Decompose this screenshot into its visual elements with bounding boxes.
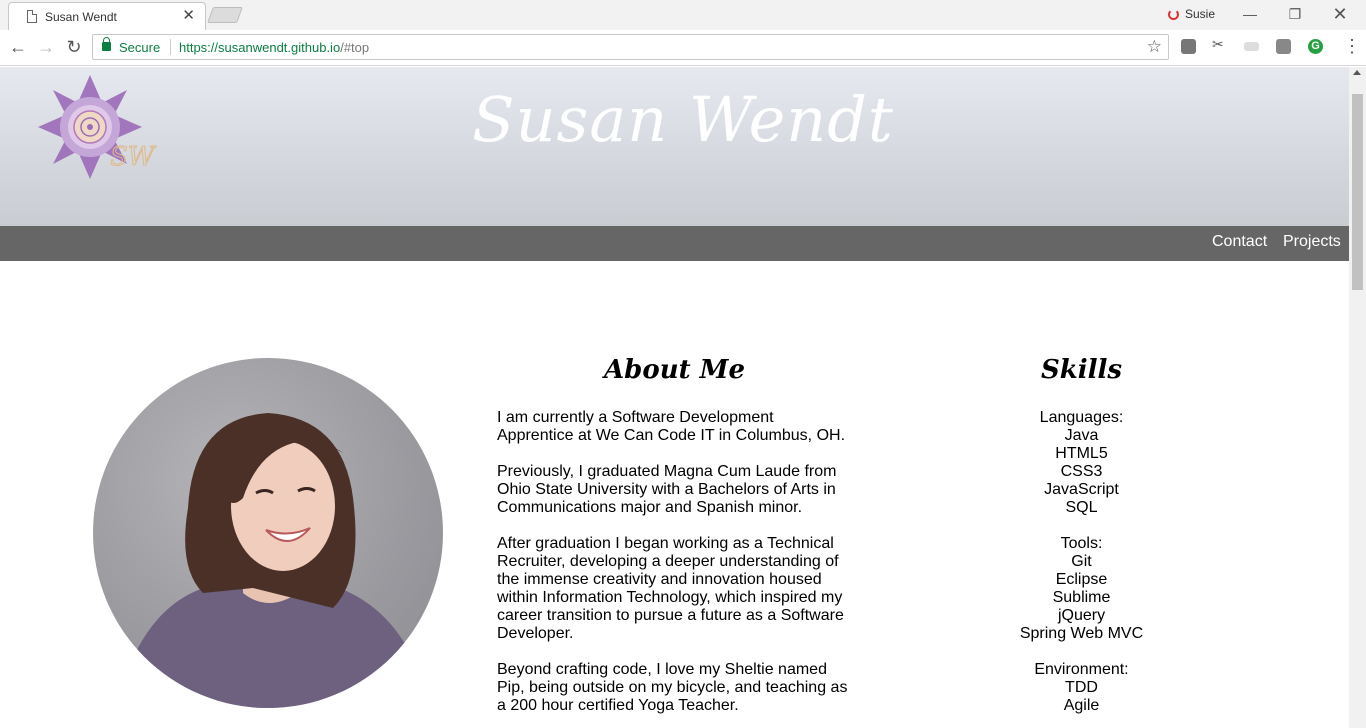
bookmark-star-icon[interactable]: ☆ [1147, 37, 1162, 57]
skill-item: Agile [1063, 697, 1100, 714]
profile-button[interactable]: Susie [1168, 7, 1215, 21]
extension-evernote-icon[interactable] [1276, 39, 1291, 54]
skills-group-languages: Languages: Java HTML5 CSS3 JavaScript SQ… [960, 409, 1203, 517]
extension-pocket-icon[interactable] [1181, 39, 1196, 54]
chrome-menu-icon[interactable]: ⋮ [1343, 37, 1361, 55]
skill-item: JavaScript [1044, 481, 1119, 498]
page-icon [27, 10, 37, 23]
portrait-illustration [123, 413, 423, 708]
address-bar[interactable]: Secure https://susanwendt.github.io/#top… [92, 34, 1169, 60]
profile-icon [1168, 9, 1179, 20]
about-heading: About Me [604, 355, 745, 385]
browser-toolbar: ← → ↻ Secure https://susanwendt.github.i… [0, 30, 1366, 66]
site-title: Susan Wendt [472, 83, 894, 156]
skill-item: Sublime [1052, 589, 1111, 606]
lock-icon [102, 37, 111, 51]
back-button[interactable]: ← [7, 36, 29, 58]
tab-title: Susan Wendt [45, 10, 117, 24]
skill-item: Spring Web MVC [1019, 625, 1144, 642]
about-paragraph: Previously, I graduated Magna Cum Laude … [497, 463, 837, 516]
skill-item: CSS3 [1060, 463, 1103, 480]
skill-item: Git [1071, 553, 1092, 570]
scrollbar-thumb[interactable] [1352, 94, 1363, 290]
browser-tab-strip: Susan Wendt ✕ Susie — ❐ ✕ [0, 0, 1366, 30]
skills-group-tools: Tools: Git Eclipse Sublime jQuery Spring… [960, 535, 1203, 643]
extension-scissors-icon[interactable]: ✂ [1212, 36, 1224, 52]
nav-contact-link[interactable]: Contact [1212, 233, 1267, 251]
skill-item: SQL [1065, 499, 1098, 516]
about-paragraph: After graduation I began working as a Te… [497, 535, 844, 642]
nav-projects-link[interactable]: Projects [1283, 233, 1341, 251]
skills-section: Languages: Java HTML5 CSS3 JavaScript SQ… [960, 409, 1203, 728]
close-tab-icon[interactable]: ✕ [182, 8, 195, 24]
about-section: I am currently a Software Development Ap… [497, 409, 852, 728]
restore-button[interactable]: ❐ [1275, 2, 1315, 26]
security-label: Secure [119, 40, 161, 55]
divider [170, 39, 171, 55]
profile-name: Susie [1185, 7, 1216, 21]
skills-group-label: Languages: [1039, 409, 1124, 426]
skills-group-label: Tools: [1060, 535, 1103, 552]
extension-grammarly-icon[interactable]: G [1308, 39, 1323, 54]
reload-button[interactable]: ↻ [63, 36, 85, 58]
close-window-button[interactable]: ✕ [1320, 2, 1360, 26]
forward-button[interactable]: → [35, 36, 57, 58]
about-paragraph: I am currently a Software Development Ap… [497, 409, 846, 444]
top-navbar: Contact Projects [0, 226, 1349, 261]
skill-item: HTML5 [1055, 445, 1108, 462]
site-header: SW Susan Wendt [0, 67, 1349, 226]
skills-group-label: Environment: [1034, 661, 1129, 678]
profile-photo [93, 358, 443, 708]
skill-item: jQuery [1057, 607, 1106, 624]
scroll-up-arrow-icon[interactable] [1353, 70, 1361, 75]
url-text: https://susanwendt.github.io/#top [179, 40, 370, 55]
browser-tab[interactable]: Susan Wendt ✕ [8, 2, 206, 30]
extension-tag-icon[interactable] [1244, 42, 1259, 51]
skills-group-environment: Environment: TDD Agile [960, 661, 1203, 715]
skill-item: Eclipse [1055, 571, 1108, 588]
page-scrollbar[interactable] [1349, 67, 1366, 728]
skill-item: Java [1064, 427, 1099, 444]
minimize-button[interactable]: — [1230, 2, 1270, 26]
about-paragraph: Beyond crafting code, I love my Sheltie … [497, 661, 848, 714]
new-tab-button[interactable] [207, 7, 243, 23]
skills-heading: Skills [1040, 355, 1123, 385]
page-viewport: SW Susan Wendt Contact Projects About Me [0, 67, 1349, 728]
skill-item: TDD [1065, 679, 1098, 696]
